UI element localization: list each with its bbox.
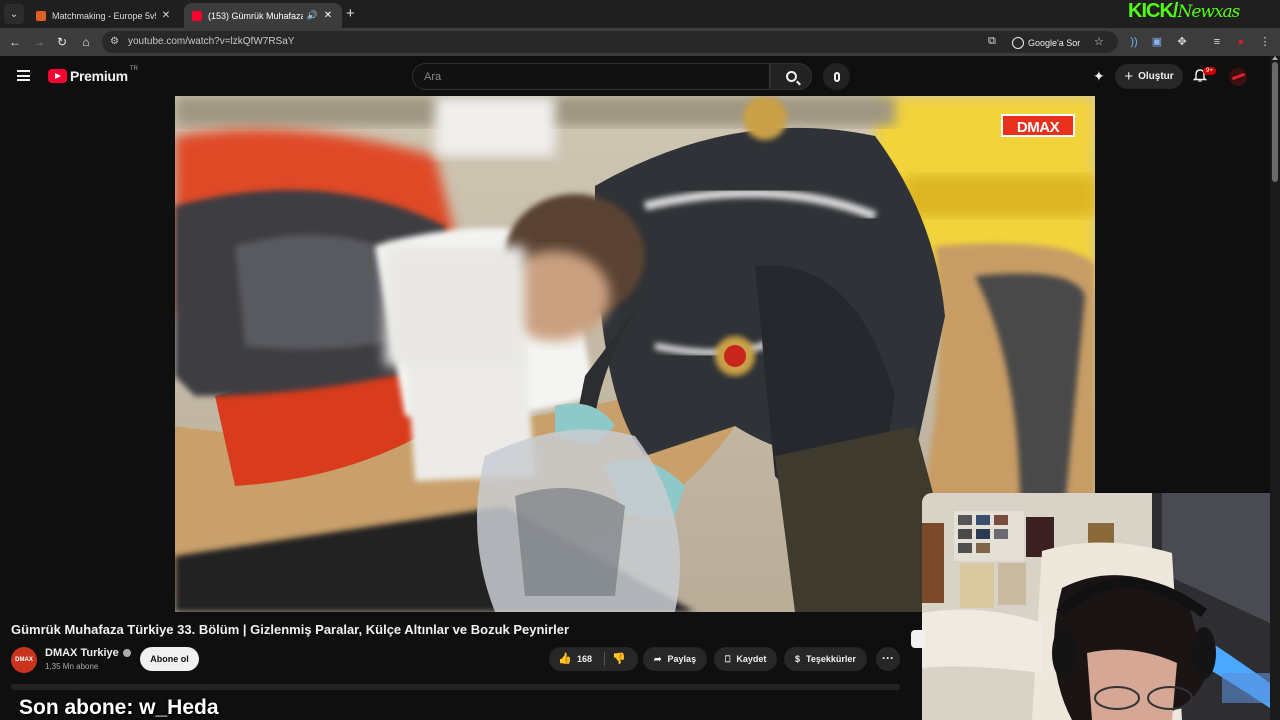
subscribe-button[interactable]: Abone ol	[140, 647, 199, 671]
google-lens-icon	[1012, 36, 1024, 49]
site-info-icon[interactable]: ⚙	[110, 36, 119, 47]
ask-google-label: Google'a Sor	[1028, 37, 1081, 48]
kick-handle-text: Newxas	[1177, 2, 1240, 22]
share-label: Paylaş	[667, 654, 697, 664]
speaker-icon[interactable]: 🔊	[307, 10, 318, 21]
country-code: TR	[129, 66, 138, 72]
hamburger-menu-icon[interactable]	[17, 70, 30, 81]
verified-check-icon	[122, 649, 131, 657]
extensions-puzzle-icon[interactable]: ✥	[1175, 35, 1189, 49]
more-actions-icon[interactable]: ···	[876, 647, 900, 671]
dislike-thumb-icon[interactable]: 👎	[612, 652, 626, 665]
channel-avatar[interactable]: DMAX	[11, 647, 37, 673]
close-tab-icon[interactable]: ✕	[160, 10, 172, 21]
url-text[interactable]: youtube.com/watch?v=lzkQfW7RSaY	[128, 36, 294, 47]
new-tab-plus-icon[interactable]: +	[346, 5, 355, 22]
tab-title: Matchmaking - Europe 5v5 Qu	[52, 10, 156, 21]
bookmark-icon: ⎕	[725, 653, 731, 664]
search-input[interactable]: Ara	[412, 63, 770, 90]
kick-overlay-logo: KICK/Newxas	[1128, 0, 1240, 22]
share-button[interactable]: ➦ Paylaş	[643, 647, 708, 671]
thanks-label: Teşekkürler	[806, 654, 856, 664]
search-placeholder: Ara	[424, 71, 442, 83]
tab-title: (153) Gümrük Muhafaza Tü	[208, 10, 303, 21]
gemini-sparkle-icon[interactable]: ✦	[1093, 68, 1105, 85]
save-button[interactable]: ⎕ Kaydet	[714, 647, 778, 671]
save-label: Kaydet	[736, 654, 767, 664]
dmax-watermark: DMAX	[1001, 114, 1075, 137]
streamer-webcam	[922, 493, 1270, 720]
video-title: Gümrük Muhafaza Türkiye 33. Bölüm | Gizl…	[11, 622, 570, 637]
cast-icon[interactable]: ⧉	[988, 35, 996, 48]
tab-search-chevron-icon[interactable]: ⌄	[4, 4, 24, 24]
back-arrow-icon[interactable]: ←	[7, 34, 23, 50]
youtube-premium-logo[interactable]: Premium TR	[48, 66, 138, 84]
bookmark-star-icon[interactable]: ☆	[1094, 35, 1104, 48]
create-button[interactable]: + Oluştur	[1115, 64, 1183, 89]
ask-google-button[interactable]: Google'a Sor	[1012, 35, 1080, 50]
browser-toolbar: ← → ↻ ⌂ ⚙ youtube.com/watch?v=lzkQfW7RSa…	[0, 28, 1280, 56]
subscriber-count: 1,35 Mn abone	[45, 662, 99, 671]
like-thumb-icon[interactable]: 👍	[558, 652, 572, 665]
address-bar[interactable]: ⚙ youtube.com/watch?v=lzkQfW7RSaY ⧉ Goog…	[102, 31, 1118, 53]
logo-text: Premium	[70, 68, 128, 84]
search-icon	[785, 71, 797, 82]
search-button[interactable]	[770, 63, 812, 90]
reading-list-icon[interactable]: ≡	[1210, 35, 1224, 49]
browser-tab-matchmaking[interactable]: Matchmaking - Europe 5v5 Qu ✕	[28, 3, 180, 28]
forward-arrow-icon[interactable]: →	[31, 34, 47, 50]
extension-audio-icon[interactable]: ))	[1127, 35, 1141, 49]
profile-icon[interactable]: ●	[1234, 35, 1248, 49]
scrollbar-thumb[interactable]	[1272, 62, 1278, 182]
voice-search-button[interactable]	[823, 63, 850, 90]
last-subscriber-overlay: Son abone: w_Heda	[19, 696, 219, 719]
plus-icon: +	[1124, 68, 1134, 85]
description-box-edge	[11, 684, 900, 690]
account-avatar[interactable]	[1229, 68, 1247, 86]
thanks-dollar-icon: $	[795, 654, 801, 664]
like-count[interactable]: 168	[577, 654, 592, 664]
browser-tab-youtube[interactable]: (153) Gümrük Muhafaza Tü 🔊 ✕	[184, 3, 342, 28]
like-dislike-group: 👍 168 👎	[549, 647, 638, 671]
share-arrow-icon: ➦	[654, 653, 662, 664]
webcam-frame	[922, 493, 1270, 720]
microphone-icon	[833, 71, 840, 82]
close-tab-icon[interactable]: ✕	[322, 10, 334, 21]
create-label: Oluştur	[1138, 71, 1174, 82]
translate-icon[interactable]: ▣	[1150, 35, 1164, 49]
like-divider	[604, 652, 605, 666]
scroll-up-arrow-icon[interactable]	[1272, 56, 1278, 60]
youtube-favicon-icon	[192, 10, 202, 21]
home-icon[interactable]: ⌂	[78, 34, 94, 50]
youtube-play-icon	[48, 69, 67, 83]
thanks-button[interactable]: $ Teşekkürler	[784, 647, 867, 671]
page-scrollbar[interactable]	[1270, 56, 1280, 720]
channel-name: DMAX Turkiye	[45, 647, 119, 659]
channel-name-link[interactable]: DMAX Turkiye	[45, 647, 131, 659]
browser-menu-icon[interactable]: ⋮	[1258, 35, 1272, 49]
browser-tab-strip: ⌄ Matchmaking - Europe 5v5 Qu ✕ (153) Gü…	[0, 0, 1280, 28]
youtube-header: Premium TR Ara ✦ + Oluştur 9+	[0, 56, 1270, 96]
side-panel-handle[interactable]	[911, 630, 925, 648]
notification-badge: 9+	[1203, 67, 1216, 75]
kick-brand-text: KICK	[1128, 0, 1174, 22]
reload-icon[interactable]: ↻	[54, 34, 70, 50]
tab-favicon-icon	[36, 10, 46, 21]
